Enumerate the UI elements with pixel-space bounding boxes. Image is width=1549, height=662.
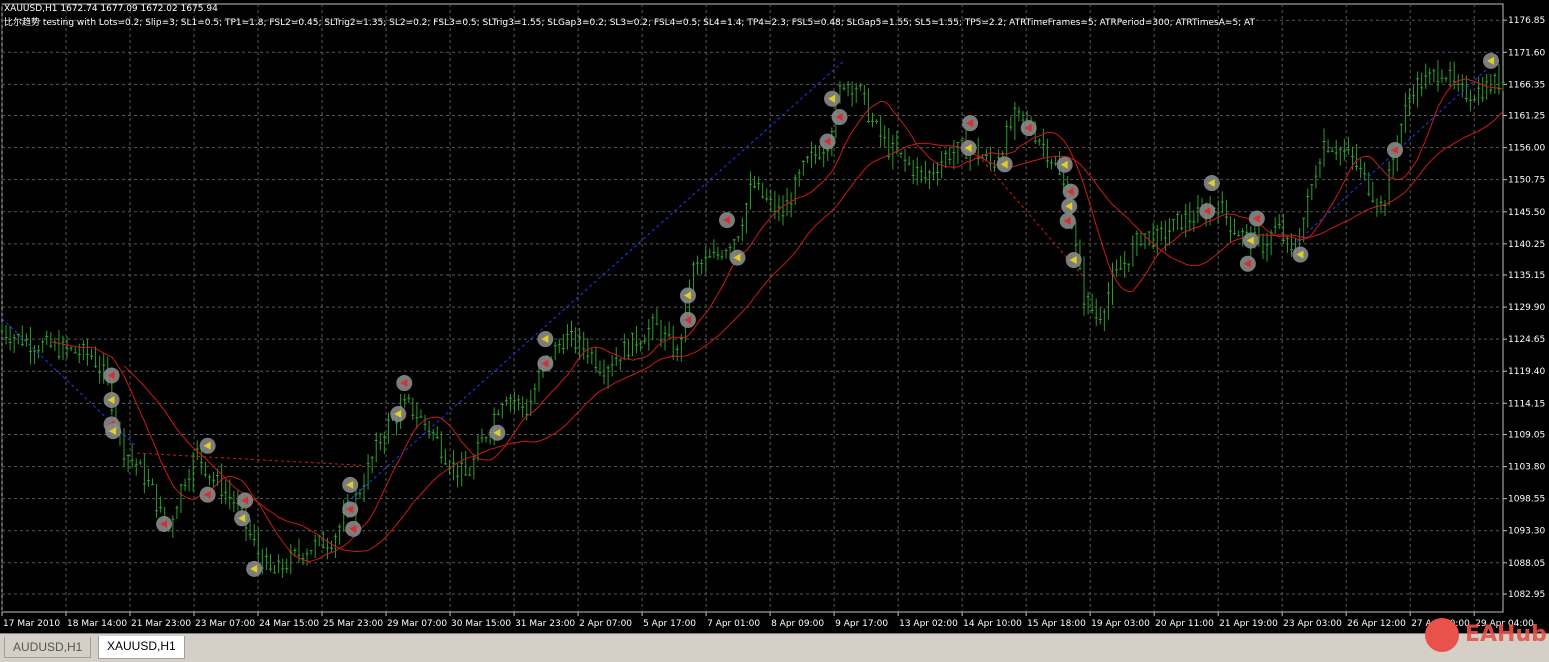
x-tick-label: 21 Mar 23:00 (131, 619, 191, 629)
signal-dashed-line (137, 452, 363, 466)
tab-xauusd[interactable]: XAUUSD,H1 (98, 636, 185, 659)
signal-dashed-line (346, 61, 843, 503)
x-tick-label: 20 Apr 11:00 (1155, 619, 1214, 629)
y-tick-label: 1088.05 (1508, 559, 1545, 569)
moving-average-slow (123, 111, 1504, 553)
y-tick-label: 1082.95 (1508, 590, 1545, 600)
signal-dashed-line (1292, 67, 1489, 246)
x-tick-label: 15 Apr 18:00 (1027, 619, 1086, 629)
chart-canvas[interactable]: 1176.85 1171.60 1166.35 1161.25 1156.00 1150.… (0, 0, 1549, 633)
y-tick-label: 1103.80 (1508, 463, 1545, 473)
x-tick-label: 7 Apr 01:00 (707, 619, 760, 629)
y-tick-label: 1119.40 (1508, 367, 1545, 377)
x-tick-label: 30 Mar 15:00 (451, 619, 511, 629)
y-tick-label: 1124.65 (1508, 335, 1545, 345)
y-tick-label: 1171.60 (1508, 48, 1545, 58)
x-tick-label: 26 Apr 12:00 (1347, 619, 1406, 629)
y-tick-label: 1176.85 (1508, 16, 1545, 26)
x-tick-label: 5 Apr 17:00 (643, 619, 696, 629)
y-tick-label: 1129.90 (1508, 303, 1545, 313)
x-tick-label: 17 Mar 2010 (3, 619, 60, 629)
y-tick-label: 1161.25 (1508, 112, 1545, 122)
eahub-logo-icon (1425, 618, 1459, 652)
y-tick-label: 1140.25 (1508, 240, 1545, 250)
x-tick-label: 31 Mar 23:00 (515, 619, 575, 629)
x-tick-label: 9 Apr 17:00 (835, 619, 888, 629)
x-tick-label: 29 Mar 07:00 (387, 619, 447, 629)
plot-frame (1, 3, 1504, 613)
watermark: EAHub (1421, 612, 1547, 658)
y-tick-label: 1135.15 (1508, 271, 1545, 281)
x-tick-label: 23 Mar 07:00 (195, 619, 255, 629)
x-tick-label: 23 Apr 03:00 (1283, 619, 1342, 629)
chart-tab-bar: AUDUSD,H1 XAUUSD,H1 (0, 633, 1549, 662)
price-chart[interactable]: 1176.85 1171.60 1166.35 1161.25 1156.00 1150.… (0, 0, 1549, 633)
x-tick-label: 14 Apr 10:00 (963, 619, 1022, 629)
x-tick-label: 21 Apr 19:00 (1219, 619, 1278, 629)
y-tick-label: 1098.55 (1508, 495, 1545, 505)
x-tick-label: 24 Mar 15:00 (259, 619, 319, 629)
moving-average-fast (50, 78, 1504, 562)
x-tick-label: 8 Apr 09:00 (771, 619, 824, 629)
tab-audusd[interactable]: AUDUSD,H1 (4, 637, 92, 658)
x-tick-label: 18 Mar 14:00 (67, 619, 127, 629)
ea-params-header: 比尔趋势 testing with Lots=0.2; Slip=3; SL1=… (4, 18, 1256, 28)
y-tick-label: 1114.15 (1508, 399, 1545, 409)
watermark-text: EAHub (1465, 622, 1547, 647)
x-tick-label: 2 Apr 07:00 (579, 619, 632, 629)
y-tick-label: 1150.75 (1508, 176, 1545, 186)
y-tick-label: 1166.35 (1508, 80, 1545, 90)
y-tick-label: 1093.30 (1508, 527, 1545, 537)
x-tick-label: 19 Apr 03:00 (1091, 619, 1150, 629)
x-tick-label: 13 Apr 02:00 (899, 619, 958, 629)
symbol-ohlc-header: XAUUSD,H1 1672.74 1677.09 1672.02 1675.9… (4, 4, 218, 14)
y-tick-label: 1145.50 (1508, 208, 1545, 218)
y-tick-label: 1156.00 (1508, 144, 1545, 154)
x-tick-label: 25 Mar 23:00 (323, 619, 383, 629)
y-tick-label: 1109.05 (1508, 430, 1545, 440)
